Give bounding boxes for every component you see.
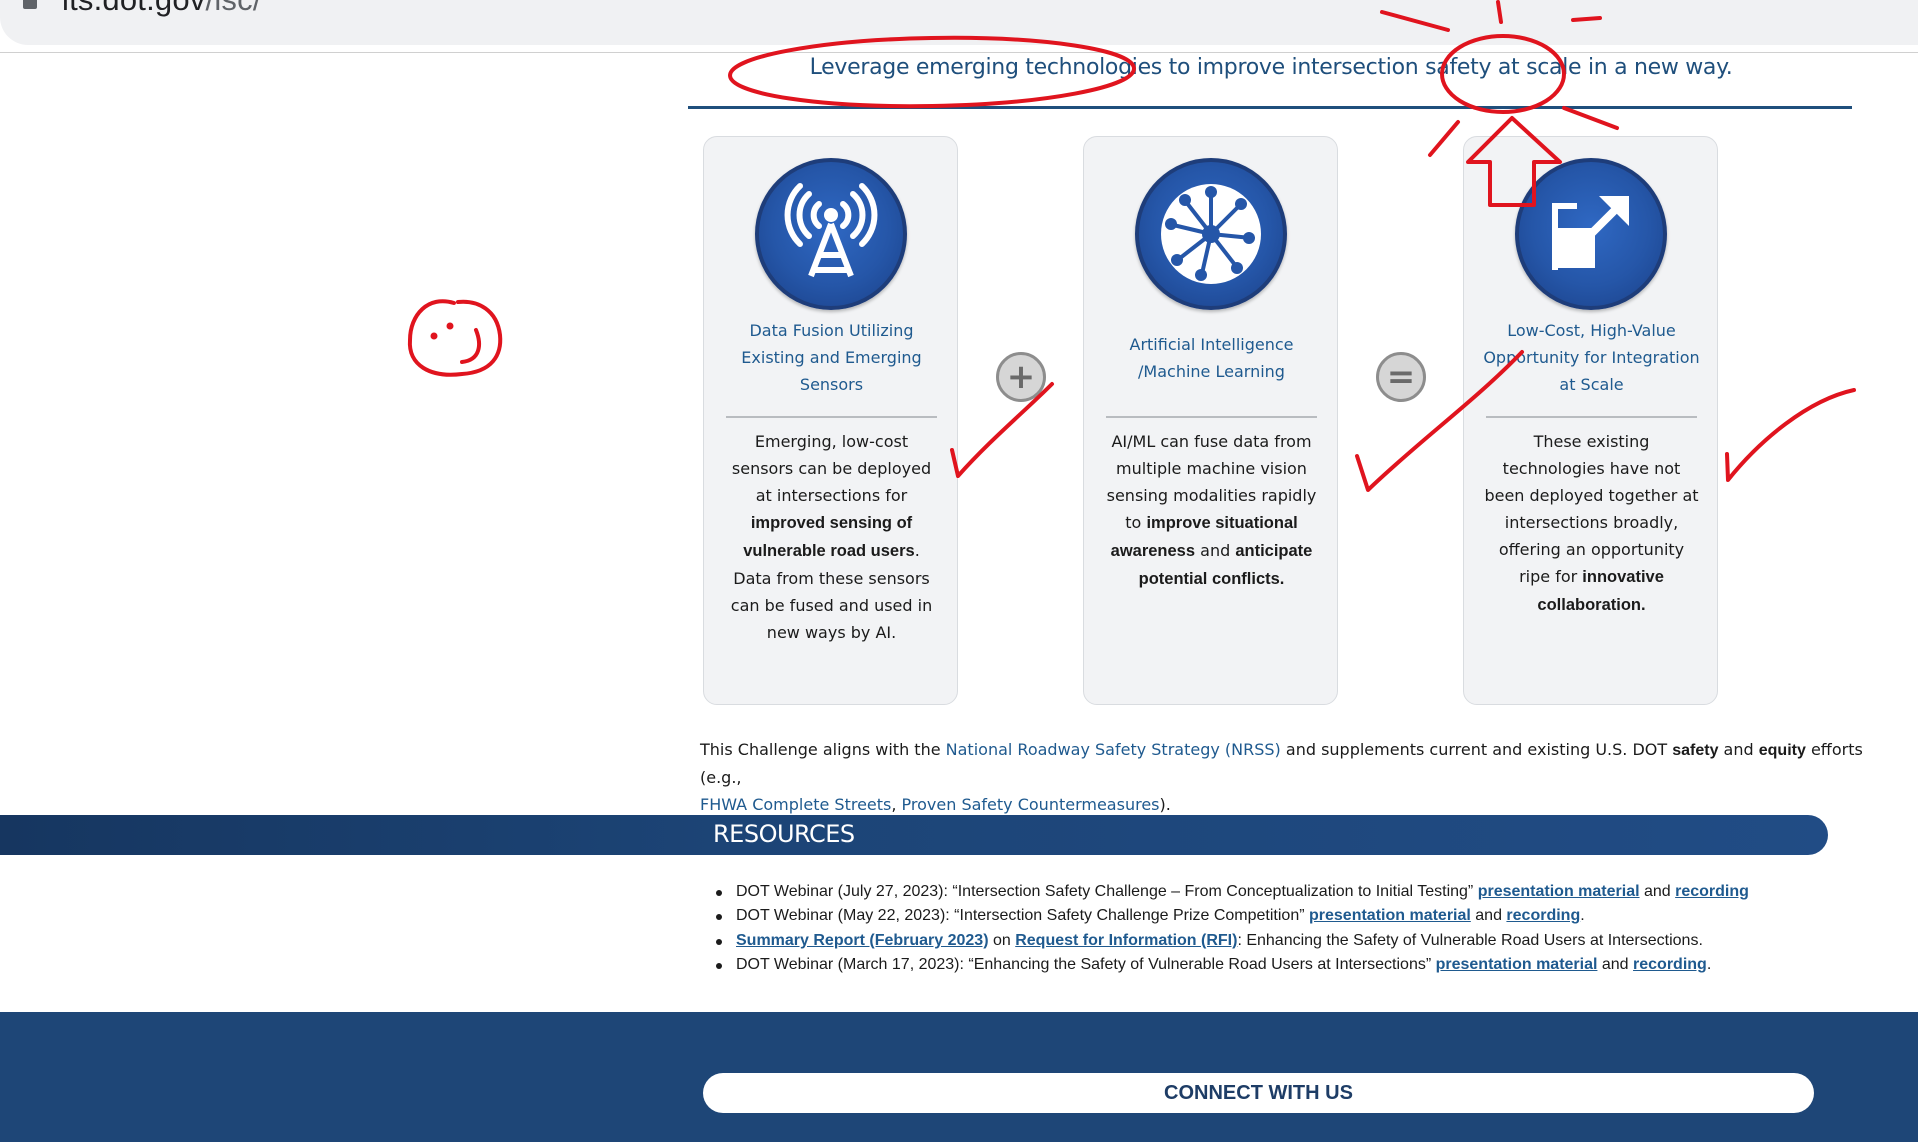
url-text: its.dot.gov/isc/ <box>62 0 262 18</box>
scale-up-arrow-icon <box>1515 158 1667 310</box>
card-title: Low-Cost, High-Value Opportunity for Int… <box>1483 321 1700 394</box>
ray-annotation <box>1562 106 1619 130</box>
browser-address-bar: its.dot.gov/isc/ <box>0 0 1918 52</box>
radio-tower-icon <box>755 158 907 310</box>
rfi-link[interactable]: Request for Information (RFI) <box>1015 932 1237 949</box>
card-divider <box>1486 416 1697 418</box>
equity-emphasis: equity <box>1758 742 1806 759</box>
summary-report-link[interactable]: Summary Report (February 2023) <box>736 932 989 949</box>
lock-icon <box>23 0 37 9</box>
recording-link[interactable]: recording <box>1506 907 1580 924</box>
ray-annotation <box>1428 120 1460 157</box>
nrss-link[interactable]: National Roadway Safety Strategy (NRSS) <box>946 740 1281 759</box>
card-body: Emerging, low-cost sensors can be deploy… <box>722 428 941 646</box>
alignment-text: and <box>1718 740 1759 759</box>
address-bar-divider <box>0 52 1918 53</box>
connect-with-us-button[interactable]: CONNECT WITH US <box>703 1073 1814 1113</box>
alignment-text: , <box>891 795 902 814</box>
card-body-text: Emerging, low-cost sensors can be deploy… <box>731 432 932 505</box>
url-host: its.dot.gov <box>62 0 206 17</box>
section-headline: Leverage emerging technologies to improv… <box>809 55 1733 80</box>
list-item: DOT Webinar (May 22, 2023): “Intersectio… <box>714 904 1749 928</box>
url-field[interactable]: its.dot.gov/isc/ <box>0 0 1918 45</box>
card-low-cost-scale: Low-Cost, High-Value Opportunity for Int… <box>1463 136 1718 705</box>
card-body-text: These existing technologies have not bee… <box>1484 432 1699 586</box>
resource-text: : Enhancing the Safety of Vulnerable Roa… <box>1237 931 1703 949</box>
presentation-material-link[interactable]: presentation material <box>1309 907 1471 924</box>
smiley-eye <box>430 332 438 340</box>
recording-link[interactable]: recording <box>1675 883 1749 900</box>
list-item: DOT Webinar (July 27, 2023): “Intersecti… <box>714 880 1749 904</box>
alignment-paragraph: This Challenge aligns with the National … <box>700 736 1870 818</box>
resources-banner <box>0 815 1828 855</box>
alignment-text: and supplements current and existing U.S… <box>1280 740 1673 759</box>
resources-heading: RESOURCES <box>713 820 855 848</box>
smiley-mouth <box>460 328 481 364</box>
url-path: /isc/ <box>206 0 262 17</box>
resource-text: and <box>1639 883 1676 900</box>
card-data-fusion: Data Fusion Utilizing Existing and Emerg… <box>703 136 958 705</box>
recording-link[interactable]: recording <box>1633 956 1707 973</box>
presentation-material-link[interactable]: presentation material <box>1478 883 1640 900</box>
resource-text: and <box>1470 907 1507 925</box>
resource-text: DOT Webinar (July 27, 2023): “Intersecti… <box>736 883 1478 900</box>
checkmark-annotation <box>1725 388 1856 482</box>
list-item: DOT Webinar (March 17, 2023): “Enhancing… <box>714 953 1749 977</box>
resource-text: . <box>1706 955 1712 973</box>
card-body-emphasis: improved sensing of vulnerable road user… <box>743 514 915 560</box>
alignment-text: ). <box>1159 795 1171 814</box>
plus-glyph: + <box>1006 357 1036 397</box>
card-body: These existing technologies have not bee… <box>1482 428 1701 619</box>
plus-operator-icon: + <box>996 352 1046 402</box>
card-title: Data Fusion Utilizing Existing and Emerg… <box>741 321 922 394</box>
proven-safety-countermeasures-link[interactable]: Proven Safety Countermeasures <box>902 795 1160 814</box>
resource-text: . <box>1580 907 1585 925</box>
neural-network-icon <box>1135 158 1287 310</box>
resource-text: on <box>988 931 1016 949</box>
resource-text: and <box>1597 955 1634 973</box>
card-divider <box>726 416 937 418</box>
card-ai-ml: Artificial Intelligence /Machine Learnin… <box>1083 136 1338 705</box>
presentation-material-link[interactable]: presentation material <box>1436 956 1598 973</box>
headline-rule <box>688 106 1852 109</box>
alignment-text: This Challenge aligns with the <box>700 740 946 759</box>
resource-text: DOT Webinar (March 17, 2023): “Enhancing… <box>736 955 1436 973</box>
card-divider <box>1106 416 1317 418</box>
equals-glyph: = <box>1386 357 1416 397</box>
smiley-eye <box>446 322 454 330</box>
card-body: AI/ML can fuse data from multiple machin… <box>1102 428 1321 593</box>
equals-operator-icon: = <box>1376 352 1426 402</box>
card-body-text: and <box>1195 541 1236 560</box>
list-item: Summary Report (February 2023) on Reques… <box>714 929 1749 953</box>
smiley-annotation <box>407 299 503 377</box>
resource-text: DOT Webinar (May 22, 2023): “Intersectio… <box>736 907 1309 925</box>
resources-list: DOT Webinar (July 27, 2023): “Intersecti… <box>714 880 1749 977</box>
safety-emphasis: safety <box>1672 742 1719 759</box>
fhwa-complete-streets-link[interactable]: FHWA Complete Streets <box>700 795 891 814</box>
card-title: Artificial Intelligence /Machine Learnin… <box>1129 335 1294 381</box>
